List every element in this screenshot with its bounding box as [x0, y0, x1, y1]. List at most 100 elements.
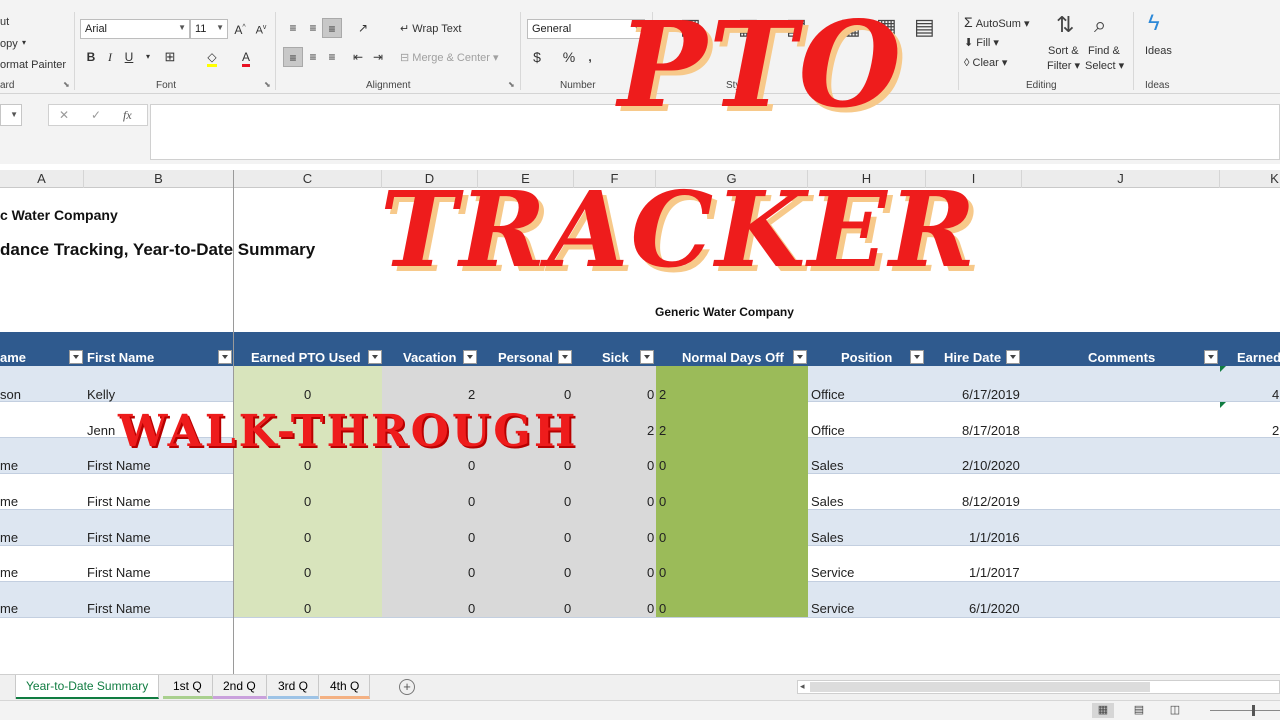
cell-earned[interactable]: 2	[1272, 423, 1279, 438]
tab-1st-q[interactable]: 1st Q	[163, 675, 213, 699]
clear-button[interactable]: ◊ Clear ▾	[964, 56, 1007, 69]
enter-icon[interactable]: ✓	[91, 108, 101, 122]
cut-button[interactable]: ut	[0, 16, 9, 28]
font-size-select[interactable]: 11 ▼	[190, 19, 228, 39]
cell-personal[interactable]: 0	[564, 530, 571, 545]
cell-last-name[interactable]: me	[0, 494, 18, 509]
cell-pto[interactable]: 0	[304, 601, 311, 616]
cell-hire-date[interactable]: 1/1/2017	[969, 565, 1020, 580]
cell-position[interactable]: Sales	[811, 458, 844, 473]
align-left-icon[interactable]: ≡	[283, 47, 303, 67]
filter-dropdown-icon[interactable]	[1006, 350, 1020, 364]
sort-filter-label[interactable]: Sort &	[1048, 45, 1079, 57]
filter-dropdown-icon[interactable]	[1204, 350, 1218, 364]
cell-normal-days[interactable]: 0	[659, 601, 666, 616]
cell-position[interactable]: Sales	[811, 494, 844, 509]
fill-button[interactable]: ⬇ Fill ▾	[964, 36, 999, 49]
filter-dropdown-icon[interactable]	[793, 350, 807, 364]
cell-position[interactable]: Service	[811, 601, 854, 616]
cell-hire-date[interactable]: 2/10/2020	[962, 458, 1020, 473]
filter-dropdown-icon[interactable]	[368, 350, 382, 364]
percent-icon[interactable]: %	[559, 47, 579, 67]
find-select-icon[interactable]: ⌕	[1094, 12, 1106, 38]
cell-personal[interactable]: 0	[564, 387, 571, 402]
cell-sick[interactable]: 2	[647, 423, 654, 438]
cell-first-name[interactable]: First Name	[87, 530, 151, 545]
filter-dropdown-icon[interactable]	[218, 350, 232, 364]
tab-3rd-q[interactable]: 3rd Q	[268, 675, 320, 699]
currency-icon[interactable]: $	[527, 47, 547, 67]
cell-earned[interactable]: 4	[1272, 387, 1279, 402]
cell-normal-days[interactable]: 2	[659, 423, 666, 438]
cell-hire-date[interactable]: 6/17/2019	[962, 387, 1020, 402]
cell-last-name[interactable]: me	[0, 565, 18, 580]
cell-sick[interactable]: 0	[647, 387, 654, 402]
cell-sick[interactable]: 0	[647, 494, 654, 509]
font-launcher-icon[interactable]: ⬊	[264, 80, 271, 89]
column-header[interactable]: A	[0, 170, 84, 188]
column-header[interactable]: J	[1022, 170, 1220, 188]
increase-font-icon[interactable]: A^	[230, 18, 250, 38]
cell-vacation[interactable]: 0	[468, 601, 475, 616]
bold-button[interactable]: B	[81, 47, 101, 67]
cell-pto[interactable]: 0	[304, 494, 311, 509]
align-center-icon[interactable]: ≡	[303, 47, 323, 67]
cell-pto[interactable]: 0	[304, 530, 311, 545]
align-right-icon[interactable]: ≡	[322, 47, 342, 67]
cell-last-name[interactable]: me	[0, 458, 18, 473]
tab-scroll[interactable]	[0, 675, 16, 699]
cell-last-name[interactable]: son	[0, 387, 21, 402]
fill-color-icon[interactable]: ◇	[202, 47, 222, 67]
increase-indent-icon[interactable]: ⇥	[368, 47, 388, 67]
clipboard-launcher-icon[interactable]: ⬊	[63, 80, 70, 89]
cell-hire-date[interactable]: 1/1/2016	[969, 530, 1020, 545]
cell-hire-date[interactable]: 8/17/2018	[962, 423, 1020, 438]
cell-vacation[interactable]: 0	[468, 494, 475, 509]
filter-dropdown-icon[interactable]	[463, 350, 477, 364]
ideas-button[interactable]: Ideas	[1145, 45, 1172, 57]
cell-first-name[interactable]: First Name	[87, 494, 151, 509]
filter-dropdown-icon[interactable]	[69, 350, 83, 364]
comma-style-icon[interactable]: ,	[580, 47, 600, 67]
alignment-launcher-icon[interactable]: ⬊	[508, 80, 515, 89]
scrollbar-thumb[interactable]	[810, 682, 1150, 692]
cell-first-name[interactable]: Jenn	[87, 423, 115, 438]
cell-last-name[interactable]: me	[0, 530, 18, 545]
orientation-icon[interactable]: ↗	[353, 18, 373, 38]
insert-function-icon[interactable]: fx	[123, 108, 132, 123]
cell-last-name[interactable]: me	[0, 601, 18, 616]
cell-normal-days[interactable]: 0	[659, 530, 666, 545]
align-middle-icon[interactable]: ≡	[303, 18, 323, 38]
ideas-lightning-icon[interactable]: ϟ	[1148, 10, 1160, 36]
find-select-label-2[interactable]: Select ▾	[1085, 59, 1124, 72]
font-family-select[interactable]: Arial ▼	[80, 19, 190, 39]
cell-vacation[interactable]: 0	[468, 530, 475, 545]
cell-hire-date[interactable]: 8/12/2019	[962, 494, 1020, 509]
cell-first-name[interactable]: First Name	[87, 601, 151, 616]
cell-first-name[interactable]: First Name	[87, 565, 151, 580]
cell-normal-days[interactable]: 2	[659, 387, 666, 402]
sort-filter-label-2[interactable]: Filter ▾	[1047, 59, 1080, 72]
cell-sick[interactable]: 0	[647, 458, 654, 473]
decrease-indent-icon[interactable]: ⇤	[348, 47, 368, 67]
cell-hire-date[interactable]: 6/1/2020	[969, 601, 1020, 616]
add-sheet-icon[interactable]: +	[399, 679, 415, 695]
tab-2nd-q[interactable]: 2nd Q	[213, 675, 267, 699]
cell-sick[interactable]: 0	[647, 530, 654, 545]
page-break-view-icon[interactable]: ◫	[1164, 703, 1186, 718]
cell-personal[interactable]: 0	[564, 494, 571, 509]
horizontal-scrollbar[interactable]: ◂	[797, 680, 1280, 694]
cell-position[interactable]: Office	[811, 387, 845, 402]
cell-position[interactable]: Sales	[811, 530, 844, 545]
find-select-label[interactable]: Find &	[1088, 45, 1120, 57]
column-header[interactable]: C	[234, 170, 382, 188]
decrease-font-icon[interactable]: Av	[251, 18, 271, 38]
cell-position[interactable]: Office	[811, 423, 845, 438]
italic-button[interactable]: I	[100, 47, 120, 67]
name-box[interactable]: ▼	[0, 104, 22, 126]
autosum-button[interactable]: Σ AutoSum ▾	[964, 14, 1030, 30]
filter-dropdown-icon[interactable]	[640, 350, 654, 364]
filter-dropdown-icon[interactable]	[910, 350, 924, 364]
cell-personal[interactable]: 0	[564, 601, 571, 616]
cell-pto[interactable]: 0	[304, 387, 311, 402]
